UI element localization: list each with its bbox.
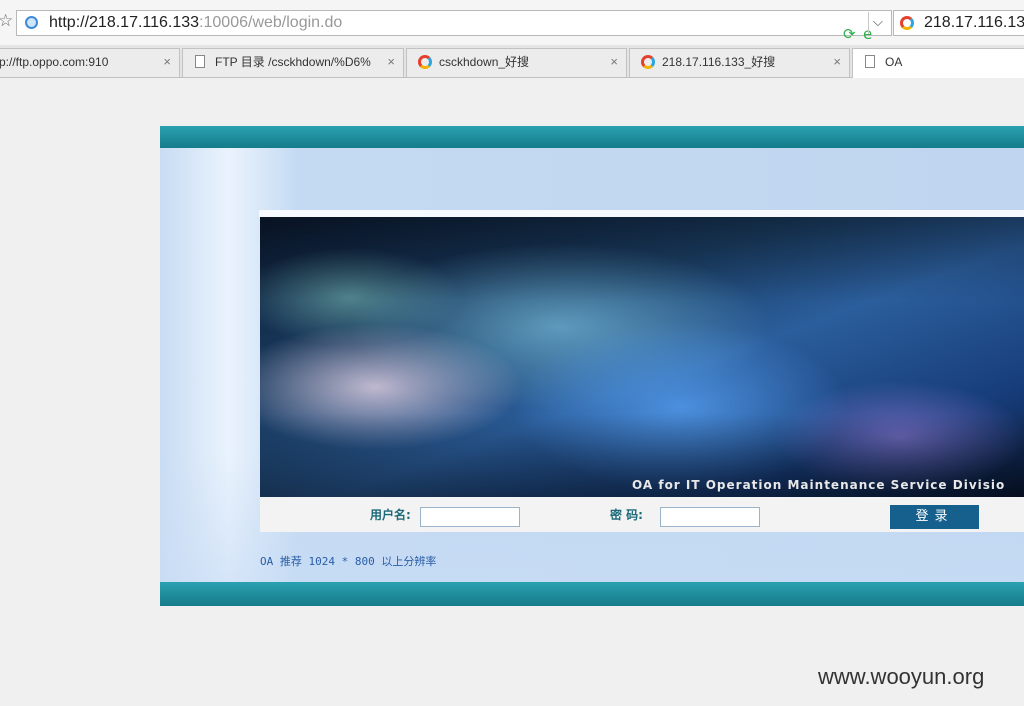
banner-shade	[260, 217, 1024, 497]
chevron-down-icon[interactable]: ⌵	[873, 13, 883, 33]
haosou-icon	[641, 55, 655, 69]
address-toolbar: ☆ http://218.17.116.133:10006/web/login.…	[0, 0, 1024, 46]
password-label: 密 码:	[610, 508, 643, 522]
tab-ftp-oppo[interactable]: p://ftp.oppo.com:910 ×	[0, 48, 180, 77]
search-text[interactable]: 218.17.116.133	[924, 13, 1024, 33]
login-form: 用户名: 密 码: 登录	[260, 497, 1024, 532]
tab-oa[interactable]: OA	[852, 48, 1024, 78]
resolution-note: OA 推荐 1024 * 800 以上分辨率	[260, 555, 437, 568]
close-icon[interactable]: ×	[610, 49, 618, 75]
document-icon	[195, 55, 205, 68]
password-input[interactable]	[660, 507, 760, 527]
username-label: 用户名:	[370, 508, 411, 522]
address-bar[interactable]: http://218.17.116.133:10006/web/login.do…	[16, 10, 892, 43]
tab-ip-search[interactable]: 218.17.116.133_好搜 ×	[629, 48, 850, 77]
toolbar-divider	[868, 12, 869, 34]
footer-teal-bar	[160, 582, 1024, 606]
site-globe-icon	[25, 16, 38, 29]
header-teal-bar	[160, 126, 1024, 148]
haosou-search-icon	[900, 16, 914, 30]
banner-top-border	[259, 210, 1024, 217]
oa-banner-image: OA for IT Operation Maintenance Service …	[260, 217, 1024, 497]
close-icon[interactable]: ×	[163, 49, 171, 75]
close-icon[interactable]: ×	[833, 49, 841, 75]
url-path: :10006/web/login.do	[199, 14, 343, 31]
document-icon	[865, 55, 875, 68]
watermark-text: www.wooyun.org	[818, 664, 985, 689]
tab-ftp-directory[interactable]: FTP 目录 /csckhdown/%D6% ×	[182, 48, 404, 77]
reload-icon[interactable]: ⟳	[843, 25, 856, 43]
tab-label: FTP 目录 /csckhdown/%D6%	[215, 55, 371, 69]
bookmark-star-icon[interactable]: ☆	[0, 11, 13, 31]
search-box[interactable]: 218.17.116.133	[893, 10, 1024, 36]
tab-strip: p://ftp.oppo.com:910 × FTP 目录 /csckhdown…	[0, 45, 1024, 78]
login-button[interactable]: 登录	[890, 505, 979, 529]
tab-csckhdown-search[interactable]: csckhdown_好搜 ×	[406, 48, 627, 77]
username-input[interactable]	[420, 507, 520, 527]
tab-label: p://ftp.oppo.com:910	[0, 55, 109, 69]
tab-label: 218.17.116.133_好搜	[662, 55, 776, 69]
banner-caption: OA for IT Operation Maintenance Service …	[632, 478, 1006, 492]
tab-label: OA	[885, 55, 903, 69]
tab-label: csckhdown_好搜	[439, 55, 530, 69]
url-text[interactable]: http://218.17.116.133:10006/web/login.do	[49, 13, 342, 33]
haosou-icon	[418, 55, 432, 69]
url-host: http://218.17.116.133	[49, 14, 200, 31]
close-icon[interactable]: ×	[387, 49, 395, 75]
